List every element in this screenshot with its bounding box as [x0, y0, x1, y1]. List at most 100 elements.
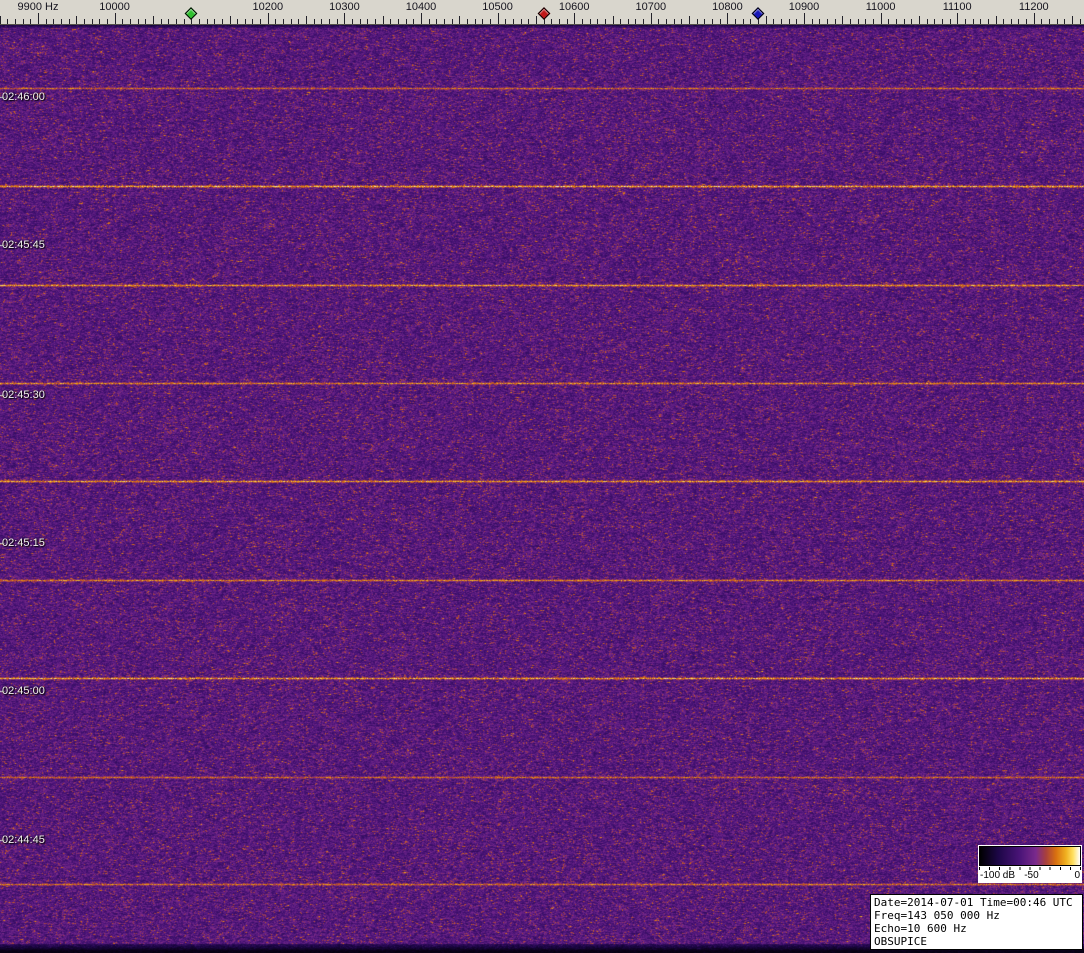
ruler-tick: [1041, 19, 1042, 24]
ruler-freq-label: 10900: [788, 1, 820, 13]
ruler-freq-label: 11000: [865, 1, 896, 13]
waterfall-area: 02:46:00 02:45:45 02:45:30 02:45:15 02:45:00…: [0, 25, 1084, 953]
ruler-tick: [344, 13, 345, 24]
ruler-tick: [498, 13, 499, 24]
ruler-tick: [1080, 19, 1081, 24]
ruler-tick: [161, 19, 162, 24]
ruler-tick: [283, 19, 284, 24]
ruler-tick: [689, 16, 690, 24]
ruler-tick: [766, 16, 767, 24]
ruler-tick: [927, 19, 928, 24]
ruler-freq-label: 9900 Hz: [17, 1, 59, 13]
ruler-tick: [1011, 19, 1012, 24]
ruler-tick: [704, 19, 705, 24]
ruler-tick: [635, 19, 636, 24]
spectrogram-canvas[interactable]: [0, 25, 1084, 953]
ruler-tick: [957, 13, 958, 24]
ruler-tick: [697, 19, 698, 24]
ruler-tick: [658, 19, 659, 24]
ruler-tick: [980, 19, 981, 24]
ruler-tick: [965, 19, 966, 24]
ruler-freq-label: 10600: [558, 1, 590, 13]
ruler-tick: [574, 13, 575, 24]
ruler-tick: [559, 19, 560, 24]
ruler-tick: [934, 19, 935, 24]
ruler-tick: [490, 19, 491, 24]
ruler-tick: [743, 19, 744, 24]
ruler-tick: [337, 19, 338, 24]
ruler-tick: [727, 13, 728, 24]
ruler-freq-label: 10400: [405, 1, 437, 13]
ruler-tick: [252, 19, 253, 24]
info-station-line: OBSUPICE: [874, 935, 927, 948]
ruler-tick: [521, 19, 522, 24]
ruler-tick: [15, 19, 16, 24]
ruler-freq-label: 11100: [942, 1, 972, 13]
blue-frequency-marker-icon[interactable]: [751, 7, 765, 20]
ruler-tick: [130, 19, 131, 24]
legend-mid-label: -50: [1024, 870, 1039, 881]
ruler-tick: [1072, 16, 1073, 24]
ruler-tick: [421, 13, 422, 24]
ruler-tick: [1057, 19, 1058, 24]
ruler-tick: [176, 19, 177, 24]
ruler-tick: [896, 19, 897, 24]
ruler-tick: [858, 19, 859, 24]
ruler-tick: [436, 19, 437, 24]
ruler-tick: [222, 19, 223, 24]
time-label: 02:44:45: [2, 834, 45, 846]
ruler-tick: [145, 19, 146, 24]
ruler-tick: [819, 19, 820, 24]
ruler-tick: [314, 19, 315, 24]
frequency-ruler: 9900 Hz 10000 10200 10300 10400 10500 10600 107…: [0, 0, 1084, 25]
ruler-tick: [750, 19, 751, 24]
ruler-tick: [444, 19, 445, 24]
ruler-tick: [329, 19, 330, 24]
red-frequency-marker-icon[interactable]: [537, 7, 550, 20]
ruler-tick: [375, 19, 376, 24]
ruler-tick: [398, 19, 399, 24]
ruler-tick: [291, 19, 292, 24]
ruler-tick: [268, 13, 269, 24]
ruler-tick: [237, 19, 238, 24]
legend-min-label: -100 dB: [980, 870, 1016, 881]
ruler-tick: [475, 19, 476, 24]
ruler-tick: [46, 19, 47, 24]
time-label: 02:45:00: [2, 685, 45, 697]
ruler-tick: [735, 19, 736, 24]
time-label: 02:45:45: [2, 239, 45, 251]
colorbar-scale: -100 dB -50 0: [979, 870, 1081, 882]
ruler-tick: [996, 16, 997, 24]
ruler-freq-label: 10000: [99, 1, 130, 13]
ruler-tick: [613, 16, 614, 24]
ruler-tick: [904, 19, 905, 24]
ruler-tick: [115, 13, 116, 24]
ruler-tick: [459, 16, 460, 24]
ruler-tick: [835, 19, 836, 24]
ruler-tick: [245, 19, 246, 24]
ruler-tick: [1003, 19, 1004, 24]
ruler-tick: [367, 19, 368, 24]
ruler-tick: [551, 19, 552, 24]
info-date-line: Date=2014-07-01 Time=00:46 UTC: [874, 896, 1073, 909]
ruler-tick: [107, 19, 108, 24]
ruler-freq-label: 10700: [635, 1, 667, 13]
ruler-tick: [942, 19, 943, 24]
ruler-tick: [620, 19, 621, 24]
ruler-tick: [720, 19, 721, 24]
green-frequency-marker-icon[interactable]: [184, 7, 198, 20]
ruler-tick: [528, 19, 529, 24]
ruler-tick: [567, 19, 568, 24]
ruler-tick: [950, 19, 951, 24]
ruler-tick: [168, 19, 169, 24]
ruler-tick: [199, 19, 200, 24]
time-label: 02:46:00: [2, 91, 45, 103]
ruler-tick: [1034, 13, 1035, 24]
ruler-tick: [452, 19, 453, 24]
time-label: 02:45:30: [2, 389, 45, 401]
ruler-tick: [850, 19, 851, 24]
ruler-tick: [61, 19, 62, 24]
ruler-tick: [122, 19, 123, 24]
ruler-tick: [651, 13, 652, 24]
ruler-freq-label: 10200: [252, 1, 284, 13]
